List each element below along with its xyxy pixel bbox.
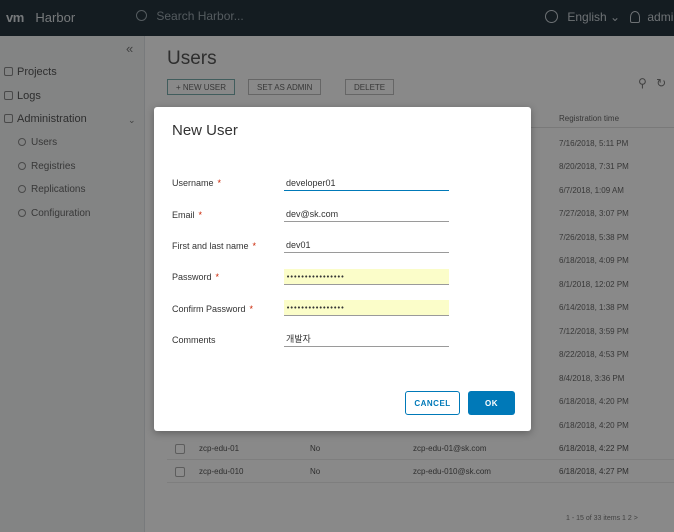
username-field[interactable] — [284, 175, 449, 191]
email-field[interactable] — [284, 206, 449, 222]
confirm-password-label: Confirm Password * — [172, 304, 253, 314]
ok-button[interactable]: OK — [468, 391, 515, 415]
password-field[interactable] — [284, 269, 449, 285]
required-mark: * — [249, 304, 254, 314]
required-mark: * — [252, 241, 257, 251]
label-text: Confirm Password — [172, 304, 246, 314]
label-text: Comments — [172, 335, 216, 345]
email-label: Email * — [172, 210, 202, 220]
confirm-password-field[interactable] — [284, 300, 449, 316]
required-mark: * — [198, 210, 203, 220]
username-label: Username * — [172, 178, 221, 188]
required-mark: * — [217, 178, 222, 188]
label-text: Password — [172, 272, 212, 282]
cancel-button[interactable]: CANCEL — [405, 391, 460, 415]
password-label: Password * — [172, 272, 219, 282]
label-text: Email — [172, 210, 195, 220]
required-mark: * — [215, 272, 220, 282]
label-text: First and last name — [172, 241, 249, 251]
fullname-label: First and last name * — [172, 241, 256, 251]
new-user-dialog: New User Username* Email* First and last… — [154, 107, 531, 431]
dialog-title: New User — [172, 122, 238, 139]
label-text: Username — [172, 178, 214, 188]
fullname-field[interactable] — [284, 237, 449, 253]
comments-label: Comments — [172, 335, 216, 345]
comments-field[interactable] — [284, 331, 449, 347]
